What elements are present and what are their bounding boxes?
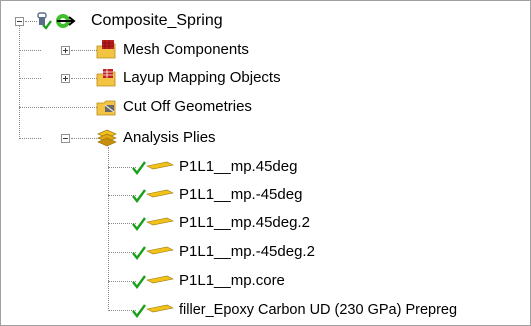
tree-item-composite-spring[interactable]: Composite_Spring [35, 10, 223, 32]
tree-item-ply[interactable]: P1L1__mp.core [131, 270, 285, 292]
composite-spring-icon [37, 12, 76, 30]
ply-ok-icon [132, 161, 174, 175]
tree-item-label: P1L1__mp.45deg.2 [179, 214, 310, 231]
tree-item-cut-off-geometries[interactable]: Cut Off Geometries [95, 96, 252, 118]
tree-item-ply[interactable]: filler_Epoxy Carbon UD (230 GPa) Prepreg [131, 299, 457, 321]
analysis-tree[interactable]: Composite_Spring Mesh Components Layup M… [0, 0, 531, 326]
expand-toggle[interactable] [61, 46, 70, 55]
layup-mapping-folder-icon [96, 69, 116, 87]
ply-ok-icon [132, 217, 174, 231]
collapse-toggle[interactable] [15, 17, 24, 26]
tree-item-label: Analysis Plies [123, 129, 216, 146]
tree-item-label: P1L1__mp.-45deg [179, 186, 303, 203]
tree-item-analysis-plies[interactable]: Analysis Plies [95, 127, 216, 149]
tree-item-ply[interactable]: P1L1__mp.45deg [131, 156, 297, 178]
tree-item-label: Layup Mapping Objects [123, 69, 281, 86]
tree-item-mesh-components[interactable]: Mesh Components [95, 39, 249, 61]
tree-item-label: Composite_Spring [91, 12, 223, 29]
tree-item-ply[interactable]: P1L1__mp.-45deg.2 [131, 241, 315, 263]
ply-ok-icon [132, 275, 174, 289]
ply-ok-icon [132, 189, 174, 203]
tree-item-ply[interactable]: P1L1__mp.-45deg [131, 184, 302, 206]
tree-item-label: filler_Epoxy Carbon UD (230 GPa) Prepreg [179, 302, 458, 318]
tree-item-label: P1L1__mp.45deg [179, 158, 298, 175]
tree-item-label: Cut Off Geometries [123, 98, 252, 115]
analysis-plies-stack-icon [97, 129, 117, 147]
ply-ok-icon [132, 246, 174, 260]
collapse-toggle[interactable] [61, 134, 70, 143]
cut-off-folder-icon [96, 100, 116, 116]
tree-item-ply[interactable]: P1L1__mp.45deg.2 [131, 212, 310, 234]
mesh-components-folder-icon [96, 40, 116, 59]
tree-item-label: P1L1__mp.core [179, 272, 285, 289]
tree-item-layup-mapping-objects[interactable]: Layup Mapping Objects [95, 67, 281, 89]
expand-toggle[interactable] [61, 74, 70, 83]
tree-item-label: P1L1__mp.-45deg.2 [179, 243, 315, 260]
ply-ok-icon [132, 304, 174, 318]
tree-item-label: Mesh Components [123, 41, 249, 58]
